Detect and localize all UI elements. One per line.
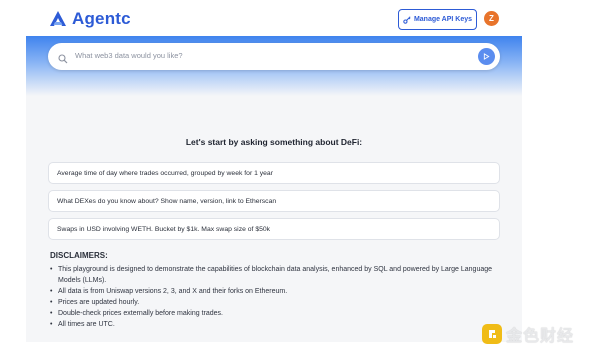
disclaimers-title: DISCLAIMERS: xyxy=(50,251,108,260)
disclaimer-item: Double-check prices externally before ma… xyxy=(50,308,510,319)
watermark-logo-icon xyxy=(482,324,502,344)
top-bar: Agentc Manage API Keys Z xyxy=(0,0,600,36)
prompt-heading: Let's start by asking something about De… xyxy=(185,137,363,147)
main-panel: What web3 data would you like? Let's sta… xyxy=(26,36,522,342)
brand-logo[interactable]: Agentc xyxy=(48,8,131,30)
manage-api-keys-button[interactable]: Manage API Keys xyxy=(398,9,477,30)
watermark: 金色财经 xyxy=(482,322,574,346)
disclaimer-item: This playground is designed to demonstra… xyxy=(50,264,510,286)
avatar[interactable]: Z xyxy=(484,11,499,26)
suggestion-card[interactable]: What DEXes do you know about? Show name,… xyxy=(48,190,500,212)
disclaimer-item: All times are UTC. xyxy=(50,319,510,330)
disclaimer-item: Prices are updated hourly. xyxy=(50,297,510,308)
search-input[interactable]: What web3 data would you like? xyxy=(75,51,183,60)
send-button[interactable] xyxy=(478,48,495,65)
hero-banner: What web3 data would you like? xyxy=(26,36,522,96)
search-icon xyxy=(58,51,68,69)
search-bar[interactable]: What web3 data would you like? xyxy=(48,43,500,70)
brand-name: Agentc xyxy=(72,9,131,28)
suggestion-card[interactable]: Swaps in USD involving WETH. Bucket by $… xyxy=(48,218,500,240)
watermark-text: 金色财经 xyxy=(506,326,575,345)
send-icon xyxy=(483,53,490,60)
agentc-logo-icon xyxy=(48,9,68,29)
suggestion-card[interactable]: Average time of day where trades occurre… xyxy=(48,162,500,184)
disclaimer-item: All data is from Uniswap versions 2, 3, … xyxy=(50,286,510,297)
key-icon xyxy=(403,15,411,24)
disclaimers-section: DISCLAIMERS: This playground is designed… xyxy=(50,251,510,330)
disclaimers-list: This playground is designed to demonstra… xyxy=(50,264,510,330)
manage-api-keys-label: Manage API Keys xyxy=(413,16,473,23)
